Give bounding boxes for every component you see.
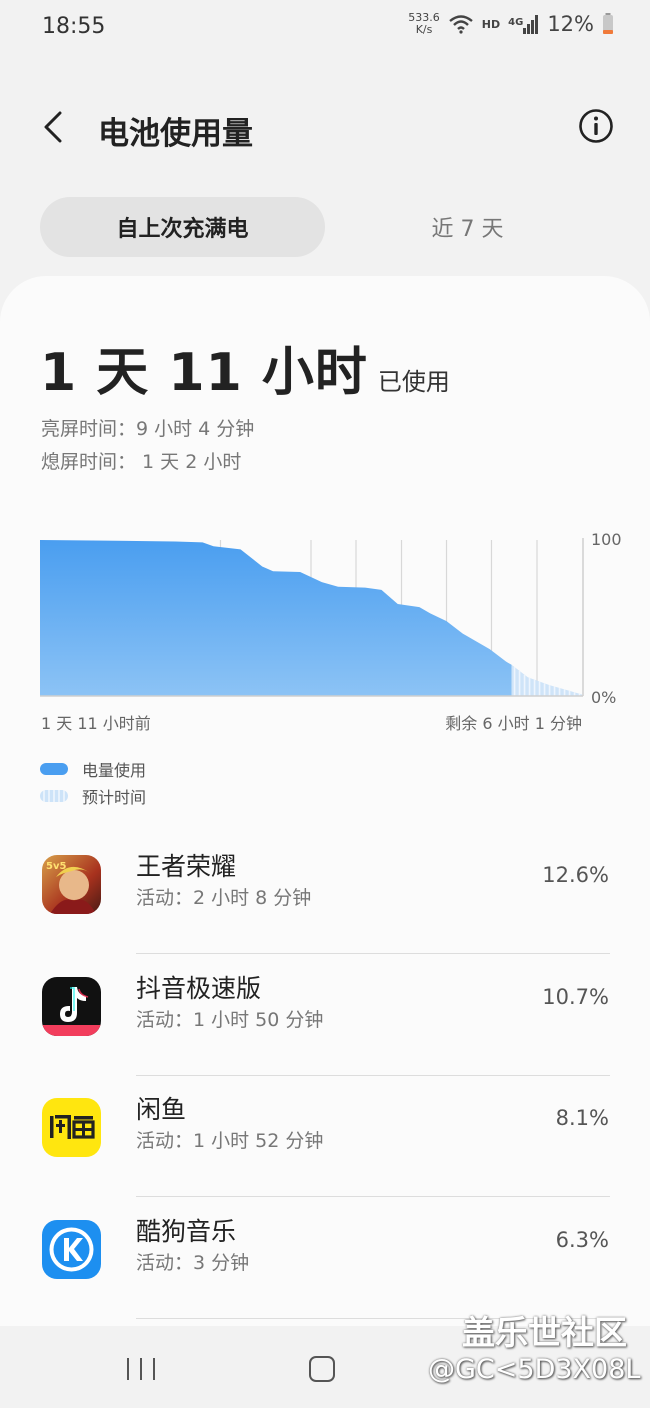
watermark-user: @GC<5D3X08L: [428, 1354, 641, 1385]
honor-of-kings-icon: 5v5: [42, 855, 101, 914]
app-percent: 6.3%: [555, 1228, 609, 1252]
app-header: 电池使用量: [0, 96, 650, 160]
app-activity: 活动：1 小时 52 分钟: [136, 1130, 324, 1152]
app-percent: 12.6%: [542, 863, 609, 887]
app-percent: 10.7%: [542, 985, 609, 1009]
page-title: 电池使用量: [98, 116, 253, 152]
legend-usage: 电量使用: [40, 757, 146, 781]
back-arrow-icon[interactable]: [40, 110, 68, 144]
network-speed: 533.6 K/s: [408, 12, 440, 36]
legend-forecast: 预计时间: [40, 784, 146, 808]
hd-badge: HD: [481, 17, 501, 31]
usage-duration: 1 天 11 小时 已使用: [40, 330, 450, 405]
app-row-xianyu[interactable]: 闲鱼 活动：1 小时 52 分钟 8.1%: [0, 1076, 650, 1197]
app-activity: 活动：2 小时 8 分钟: [136, 887, 312, 909]
legend-forecast-swatch: [40, 790, 68, 802]
screen-on-time: 亮屏时间：9 小时 4 分钟: [41, 418, 255, 440]
status-icons: 533.6 K/s HD 4G 12%: [408, 12, 614, 36]
chart-x-end-label: 剩余 6 小时 1 分钟: [445, 714, 582, 733]
signal-icon: [523, 15, 539, 34]
chart-x-start-label: 1 天 11 小时前: [41, 714, 151, 733]
info-icon[interactable]: [578, 108, 614, 144]
status-bar: 18:55 533.6 K/s HD 4G 12%: [0, 0, 650, 56]
period-tabs: 自上次充满电 近 7 天: [40, 197, 610, 257]
app-percent: 8.1%: [555, 1106, 609, 1130]
divider: [136, 1196, 610, 1197]
usage-area: [40, 540, 512, 696]
battery-usage-chart: [40, 538, 584, 697]
app-activity: 活动：1 小时 50 分钟: [136, 1009, 324, 1031]
app-name: 酷狗音乐: [136, 1217, 237, 1246]
app-row-douyin-lite[interactable]: 抖音极速版 活动：1 小时 50 分钟 10.7%: [0, 955, 650, 1076]
app-name: 抖音极速版: [136, 974, 262, 1003]
app-row-honor-of-kings[interactable]: 5v5 王者荣耀 活动：2 小时 8 分钟 12.6%: [0, 833, 650, 954]
chart-y-max-label: 100: [591, 530, 622, 549]
battery-percent: 12%: [547, 12, 594, 36]
legend-forecast-label: 预计时间: [82, 788, 147, 807]
legend-usage-swatch: [40, 763, 68, 775]
battery-icon: [603, 13, 613, 34]
home-icon[interactable]: [309, 1356, 335, 1382]
usage-duration-value: 1 天 11 小时: [40, 343, 368, 403]
recent-apps-icon[interactable]: [127, 1358, 155, 1380]
chart-y-min-label: 0%: [591, 688, 617, 707]
xianyu-icon: [42, 1098, 101, 1157]
kugou-icon: [42, 1220, 101, 1279]
forecast-area: [511, 664, 582, 696]
app-name: 闲鱼: [136, 1095, 187, 1124]
screen-off-time: 熄屏时间： 1 天 2 小时: [41, 451, 242, 473]
app-row-kugou[interactable]: 酷狗音乐 活动：3 分钟 6.3%: [0, 1198, 650, 1319]
svg-text:5v5: 5v5: [46, 861, 66, 872]
network-speed-unit: K/s: [415, 23, 433, 36]
network-type: 4G: [508, 17, 524, 28]
watermark-community: 盖乐世社区: [462, 1313, 627, 1352]
usage-duration-label: 已使用: [377, 368, 450, 396]
tab-last-7-days[interactable]: 近 7 天: [325, 197, 610, 257]
app-name: 王者荣耀: [136, 852, 237, 881]
status-time: 18:55: [42, 14, 106, 39]
wifi-icon: [449, 15, 473, 34]
douyin-lite-icon: [42, 977, 101, 1036]
legend-usage-label: 电量使用: [82, 761, 147, 780]
tab-since-full-charge[interactable]: 自上次充满电: [40, 197, 325, 257]
app-activity: 活动：3 分钟: [136, 1252, 250, 1274]
divider: [136, 953, 610, 954]
